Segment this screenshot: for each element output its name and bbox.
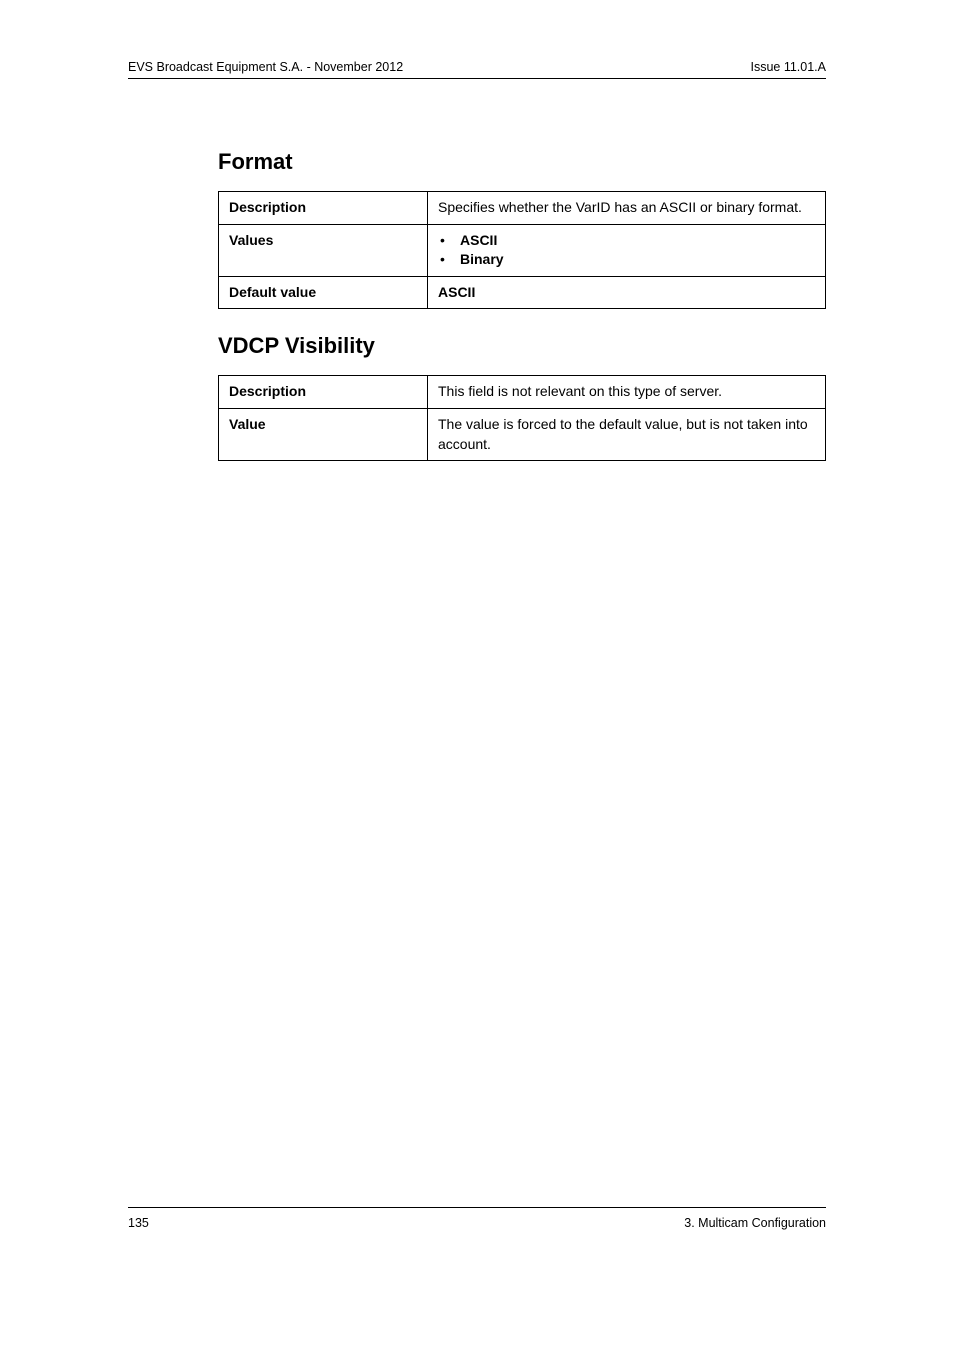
- page-header: EVS Broadcast Equipment S.A. - November …: [128, 60, 826, 79]
- row-label: Value: [219, 408, 428, 460]
- table-row: Default value ASCII: [219, 276, 826, 309]
- row-label: Default value: [219, 276, 428, 309]
- row-label: Description: [219, 192, 428, 225]
- row-label: Description: [219, 376, 428, 409]
- section-heading-format: Format: [218, 149, 826, 175]
- list-item: Binary: [438, 250, 815, 270]
- format-table: Description Specifies whether the VarID …: [218, 191, 826, 309]
- section-heading-vdcp: VDCP Visibility: [218, 333, 826, 359]
- table-row: Values ASCII Binary: [219, 224, 826, 276]
- list-item: ASCII: [438, 231, 815, 251]
- table-row: Description Specifies whether the VarID …: [219, 192, 826, 225]
- header-left: EVS Broadcast Equipment S.A. - November …: [128, 60, 403, 74]
- row-value: This field is not relevant on this type …: [428, 376, 826, 409]
- page-number: 135: [128, 1216, 149, 1230]
- row-value: ASCII: [428, 276, 826, 309]
- row-value: Specifies whether the VarID has an ASCII…: [428, 192, 826, 225]
- row-value: The value is forced to the default value…: [428, 408, 826, 460]
- header-right: Issue 11.01.A: [750, 60, 826, 74]
- table-row: Value The value is forced to the default…: [219, 408, 826, 460]
- row-label: Values: [219, 224, 428, 276]
- chapter-label: 3. Multicam Configuration: [684, 1216, 826, 1230]
- page-footer: 135 3. Multicam Configuration: [128, 1207, 826, 1230]
- values-list: ASCII Binary: [438, 231, 815, 270]
- table-row: Description This field is not relevant o…: [219, 376, 826, 409]
- document-page: EVS Broadcast Equipment S.A. - November …: [0, 0, 954, 1350]
- vdcp-table: Description This field is not relevant o…: [218, 375, 826, 461]
- page-content: Format Description Specifies whether the…: [128, 79, 826, 461]
- row-value: ASCII Binary: [428, 224, 826, 276]
